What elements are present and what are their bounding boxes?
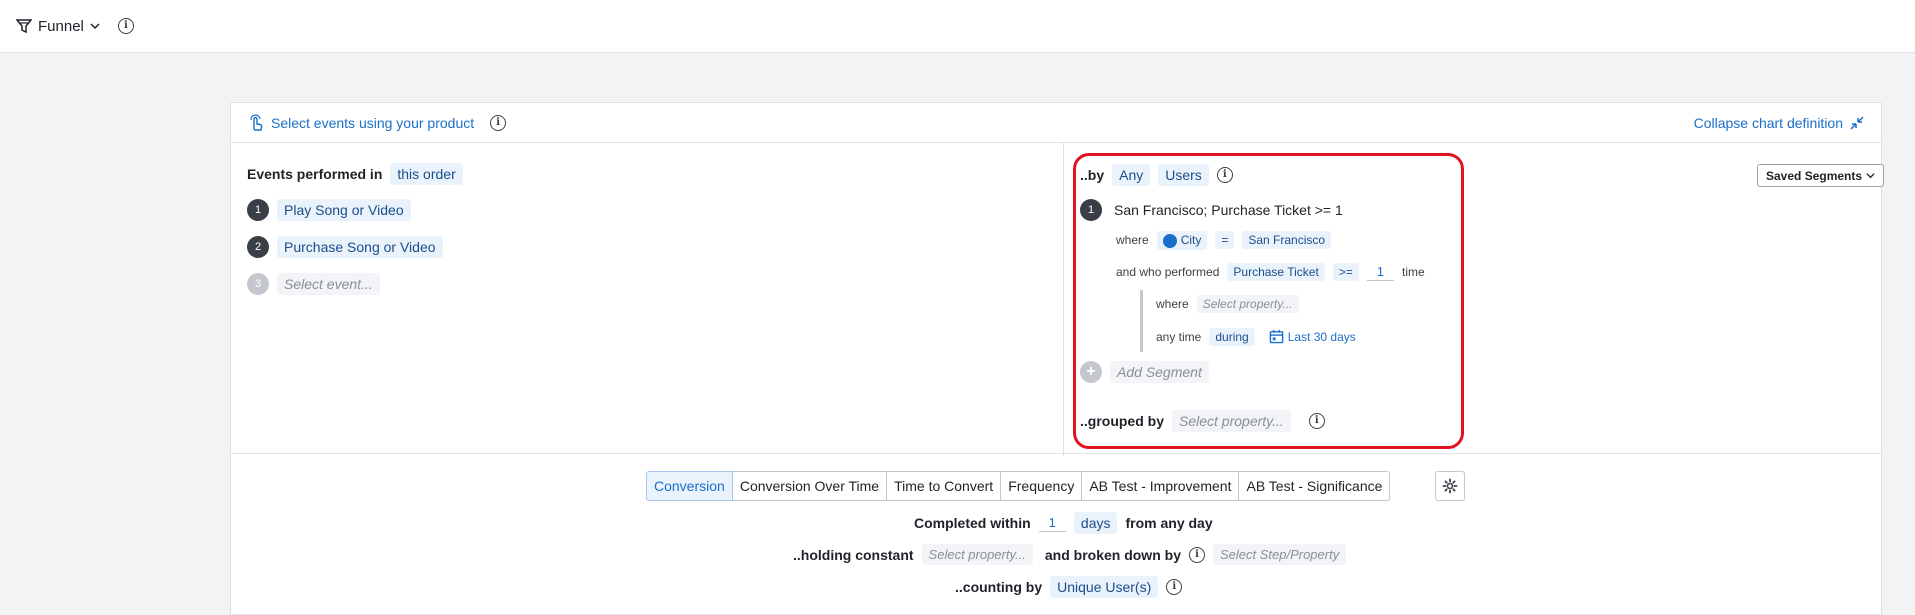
count-operator-selector[interactable]: >= — [1332, 263, 1359, 281]
event-step-2: 2 Purchase Song or Video — [247, 236, 443, 258]
segment-title[interactable]: San Francisco; Purchase Ticket >= 1 — [1114, 202, 1343, 218]
segment-where-row: where City = San Francisco — [1116, 231, 1332, 250]
segment-number: 1 — [1080, 199, 1102, 221]
tab-conversion[interactable]: Conversion — [646, 471, 733, 501]
info-icon[interactable]: i — [1166, 579, 1183, 595]
segment-by-row: ..by Any Users i — [1080, 164, 1233, 186]
city-icon — [1162, 233, 1177, 248]
segment-1-header: 1 San Francisco; Purchase Ticket >= 1 — [1080, 199, 1343, 221]
chevron-down-icon — [90, 23, 100, 30]
by-label: ..by — [1080, 167, 1105, 183]
step-number: 3 — [247, 273, 269, 295]
date-range-label: Last 30 days — [1287, 329, 1356, 344]
funnel-icon — [16, 19, 32, 34]
chart-view-tabs: Conversion Conversion Over Time Time to … — [646, 471, 1391, 501]
events-title: Events performed in this order — [247, 163, 463, 185]
info-icon[interactable]: i — [1216, 167, 1233, 183]
events-panel: Events performed in this order 1 Play So… — [231, 143, 1064, 456]
saved-segments-button[interactable]: Saved Segments — [1757, 164, 1885, 187]
chart-definition-card: Select events using your product i Colla… — [230, 102, 1882, 615]
city-value-selector[interactable]: San Francisco — [1242, 231, 1332, 250]
add-segment-row[interactable]: + Add Segment — [1080, 361, 1209, 383]
select-event-placeholder[interactable]: Select event... — [277, 273, 380, 295]
select-property-placeholder[interactable]: Select property... — [1196, 295, 1299, 313]
any-time-label: any time — [1156, 329, 1202, 344]
info-icon[interactable]: i — [490, 114, 507, 131]
inner-where-label: where — [1156, 297, 1189, 311]
chart-type-selector[interactable]: Funnel — [16, 18, 100, 35]
tab-ab-test-improvement[interactable]: AB Test - Improvement — [1082, 471, 1240, 501]
holding-constant-label: ..holding constant — [793, 546, 914, 563]
info-icon[interactable]: i — [117, 18, 134, 34]
pointer-hand-icon — [250, 113, 263, 131]
step-number: 1 — [247, 199, 269, 221]
date-range-selector[interactable]: Last 30 days — [1262, 327, 1362, 346]
time-label: time — [1402, 265, 1425, 279]
collapse-chart-definition-link[interactable]: Collapse chart definition — [1694, 115, 1843, 131]
event-step-1: 1 Play Song or Video — [247, 199, 411, 221]
counting-by-row: ..counting by Unique User(s) i — [955, 576, 1183, 598]
tab-ab-test-significance[interactable]: AB Test - Significance — [1239, 471, 1391, 501]
events-title-label: Events performed in — [247, 166, 383, 182]
broken-down-by-selector[interactable]: Select Step/Property — [1212, 544, 1347, 565]
where-label: where — [1116, 233, 1149, 248]
city-label: City — [1180, 233, 1202, 247]
and-who-performed-label: and who performed — [1116, 265, 1220, 279]
settings-button[interactable] — [1435, 471, 1465, 501]
days-input[interactable]: 1 — [1038, 514, 1066, 532]
during-selector[interactable]: during — [1209, 327, 1255, 346]
holding-constant-selector[interactable]: Select property... — [921, 544, 1033, 565]
order-selector[interactable]: this order — [390, 163, 463, 185]
completed-within-row: Completed within 1 days from any day — [914, 512, 1213, 534]
performed-row: and who performed Purchase Ticket >= 1 t… — [1116, 263, 1425, 281]
collapse-icon[interactable] — [1849, 115, 1865, 131]
gear-icon — [1442, 478, 1458, 494]
inner-where-row: where Select property... — [1156, 295, 1299, 313]
from-any-day-selector[interactable]: from any day — [1125, 515, 1212, 531]
chevron-down-icon — [1866, 173, 1875, 179]
top-bar: Funnel i — [0, 0, 1915, 53]
tab-conversion-over-time[interactable]: Conversion Over Time — [732, 471, 888, 501]
event-selector[interactable]: Purchase Song or Video — [277, 236, 443, 258]
holding-constant-row: ..holding constant Select property... an… — [793, 544, 1347, 565]
add-segment-button[interactable]: Add Segment — [1110, 361, 1209, 383]
plus-icon[interactable]: + — [1080, 361, 1102, 383]
tab-frequency[interactable]: Frequency — [1001, 471, 1083, 501]
event-step-3: 3 Select event... — [247, 273, 380, 295]
section-divider — [231, 453, 1881, 454]
saved-segments-label: Saved Segments — [1766, 168, 1863, 183]
performed-event-selector[interactable]: Purchase Ticket — [1227, 263, 1325, 281]
days-unit-selector[interactable]: days — [1073, 512, 1118, 534]
count-input[interactable]: 1 — [1366, 263, 1395, 281]
grouped-by-label: ..grouped by — [1080, 413, 1164, 429]
info-icon[interactable]: i — [1188, 546, 1205, 563]
event-selector[interactable]: Play Song or Video — [277, 199, 411, 221]
operator-selector[interactable]: = — [1215, 231, 1235, 250]
nested-condition-bar — [1140, 290, 1143, 352]
city-property-selector[interactable]: City — [1156, 231, 1208, 250]
chart-type-label: Funnel — [38, 17, 84, 35]
step-number: 2 — [247, 236, 269, 258]
card-header: Select events using your product i Colla… — [231, 103, 1881, 143]
completed-within-label: Completed within — [914, 515, 1031, 531]
grouped-by-row: ..grouped by Select property... i — [1080, 410, 1325, 432]
broken-down-by-label: and broken down by — [1044, 546, 1181, 563]
grouped-by-selector[interactable]: Select property... — [1172, 410, 1291, 432]
counting-by-label: ..counting by — [955, 579, 1043, 595]
users-selector[interactable]: Users — [1158, 164, 1209, 186]
tab-time-to-convert[interactable]: Time to Convert — [887, 471, 1002, 501]
any-selector[interactable]: Any — [1112, 164, 1151, 186]
any-time-row: any time during Last 30 days — [1156, 327, 1362, 346]
select-events-link[interactable]: Select events using your product — [271, 115, 474, 131]
info-icon[interactable]: i — [1308, 413, 1325, 429]
counting-by-selector[interactable]: Unique User(s) — [1050, 576, 1159, 598]
calendar-icon — [1269, 329, 1284, 344]
